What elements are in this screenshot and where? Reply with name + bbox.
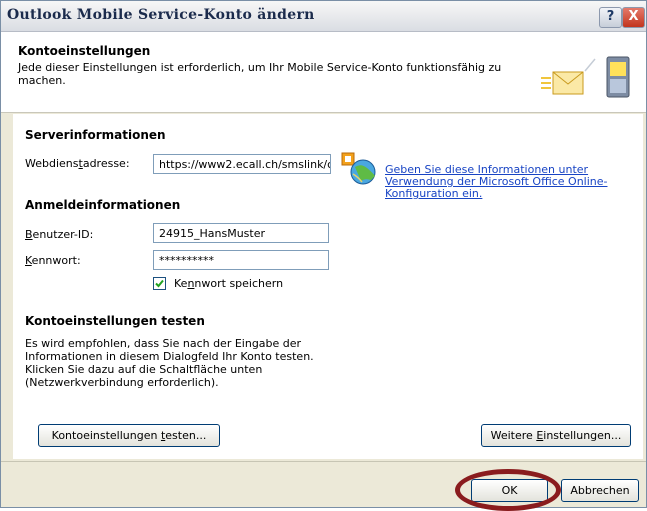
- test-account-settings-button[interactable]: Kontoeinstellungen testen...: [38, 424, 220, 447]
- password-label: Kennwort:: [25, 254, 81, 267]
- user-id-input[interactable]: 24915_HansMuster: [153, 223, 329, 243]
- envelope-phone-icon: [541, 56, 630, 98]
- test-section-title: Kontoeinstellungen testen: [25, 314, 205, 328]
- dialog-window: Outlook Mobile Service-Konto ändern ? X …: [0, 0, 647, 508]
- test-description: Es wird empfohlen, dass Sie nach der Ein…: [25, 337, 314, 389]
- more-settings-button[interactable]: Weitere Einstellungen...: [481, 424, 631, 447]
- password-input[interactable]: **********: [153, 250, 329, 270]
- save-password-label[interactable]: Kennwort speichern: [174, 277, 283, 290]
- web-address-label: Webdienstadresse:: [25, 157, 130, 170]
- highlight-circle: [455, 469, 561, 511]
- settings-panel: Serverinformationen Webdienstadresse: ht…: [13, 114, 643, 459]
- save-password-checkbox[interactable]: [153, 277, 166, 290]
- server-section-title: Serverinformationen: [25, 128, 166, 142]
- globe-office-icon[interactable]: [341, 152, 377, 186]
- header-panel: Kontoeinstellungen Jede dieser Einstellu…: [1, 32, 646, 113]
- office-online-config-link[interactable]: Geben Sie diese Informationen unter Verw…: [385, 164, 615, 200]
- footer-divider: [1, 461, 646, 462]
- cancel-button[interactable]: Abbrechen: [561, 479, 639, 502]
- user-id-label: Benutzer-ID:: [25, 228, 94, 241]
- help-button[interactable]: ?: [599, 7, 622, 28]
- window-title: Outlook Mobile Service-Konto ändern: [7, 7, 315, 23]
- header-title: Kontoeinstellungen: [18, 44, 151, 58]
- header-description: Jede dieser Einstellungen ist erforderli…: [18, 61, 502, 87]
- web-address-input[interactable]: https://www2.ecall.ch/smslink/c: [153, 154, 331, 174]
- close-button[interactable]: X: [622, 7, 645, 28]
- checkmark-icon: [155, 279, 164, 288]
- login-section-title: Anmeldeinformationen: [25, 198, 181, 212]
- title-bar[interactable]: Outlook Mobile Service-Konto ändern ? X: [1, 1, 646, 32]
